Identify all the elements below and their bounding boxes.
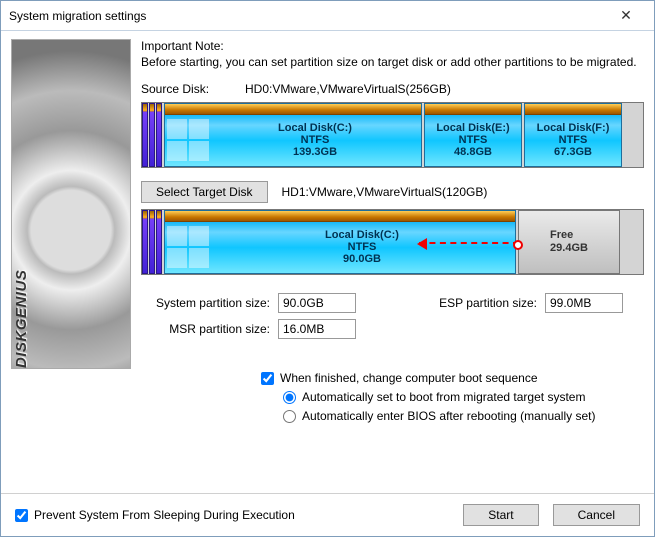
source-stubs (142, 103, 162, 167)
system-size-input[interactable] (278, 293, 356, 313)
target-disk-name: HD1:VMware,VMwareVirtualS(120GB) (282, 185, 488, 199)
windows-icon (167, 226, 209, 268)
disk-illustration: DISKGENIUS (11, 39, 131, 369)
auto-target-radio[interactable] (283, 391, 296, 404)
target-disk-bar: Local Disk(C:) NTFS 90.0GB Free 29.4GB (141, 209, 644, 275)
msr-size-input[interactable] (278, 319, 356, 339)
boot-options: When finished, change computer boot sequ… (261, 369, 644, 427)
system-size-label: System partition size: (149, 296, 274, 310)
main-panel: Important Note: Before starting, you can… (141, 39, 644, 489)
auto-target-radio-label[interactable]: Automatically set to boot from migrated … (283, 388, 644, 407)
brand-label: DISKGENIUS (13, 270, 30, 368)
source-partition-e[interactable]: Local Disk(E:) NTFS 48.8GB (424, 103, 522, 167)
msr-size-label: MSR partition size: (149, 322, 274, 336)
target-disk-row: Select Target Disk HD1:VMware,VMwareVirt… (141, 181, 644, 203)
target-free-space[interactable]: Free 29.4GB (518, 210, 620, 274)
select-target-disk-button[interactable]: Select Target Disk (141, 181, 268, 203)
auto-bios-radio-label[interactable]: Automatically enter BIOS after rebooting… (283, 407, 644, 426)
system-migration-window: System migration settings ✕ DISKGENIUS I… (0, 0, 655, 537)
close-icon: ✕ (620, 7, 632, 24)
esp-size-label: ESP partition size: (436, 296, 541, 310)
note-title: Important Note: (141, 39, 644, 53)
dialog-footer: Prevent System From Sleeping During Exec… (1, 493, 654, 536)
esp-size-input[interactable] (545, 293, 623, 313)
prevent-sleep-label[interactable]: Prevent System From Sleeping During Exec… (15, 508, 295, 522)
window-title: System migration settings (9, 9, 606, 23)
start-button[interactable]: Start (463, 504, 538, 526)
source-disk-name: HD0:VMware,VMwareVirtualS(256GB) (245, 82, 451, 96)
source-disk-label: Source Disk: (141, 82, 231, 96)
size-fields: System partition size: ESP partition siz… (149, 293, 644, 339)
source-partition-c[interactable]: Local Disk(C:) NTFS 139.3GB (164, 103, 422, 167)
close-button[interactable]: ✕ (606, 4, 646, 28)
resize-arrow-icon (419, 242, 519, 244)
windows-icon (167, 119, 209, 161)
titlebar: System migration settings ✕ (1, 1, 654, 31)
prevent-sleep-checkbox[interactable] (15, 509, 28, 522)
source-disk-row: Source Disk: HD0:VMware,VMwareVirtualS(2… (141, 82, 644, 96)
partition-resize-handle[interactable] (517, 211, 521, 273)
cancel-button[interactable]: Cancel (553, 504, 640, 526)
dialog-body: DISKGENIUS Important Note: Before starti… (1, 31, 654, 493)
change-boot-checkbox-label[interactable]: When finished, change computer boot sequ… (261, 369, 644, 388)
source-partition-f[interactable]: Local Disk(F:) NTFS 67.3GB (524, 103, 622, 167)
note-text: Before starting, you can set partition s… (141, 55, 644, 71)
target-stubs (142, 210, 162, 274)
auto-bios-radio[interactable] (283, 410, 296, 423)
source-disk-bar: Local Disk(C:) NTFS 139.3GB Local Disk(E… (141, 102, 644, 168)
change-boot-checkbox[interactable] (261, 372, 274, 385)
